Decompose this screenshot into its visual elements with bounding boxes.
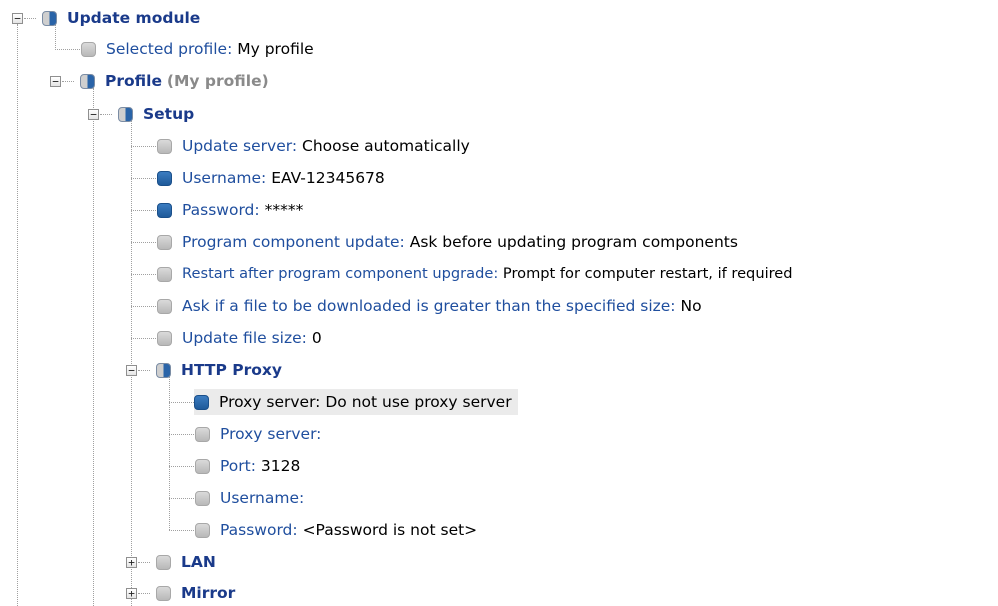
setting-label: Restart after program component upgrade:	[182, 265, 499, 282]
setting-label: Username:	[220, 489, 305, 507]
tree-node-setup[interactable]: Setup	[118, 101, 194, 127]
group-icon	[156, 362, 171, 378]
setting-icon	[195, 522, 210, 538]
tree-node-username[interactable]: Username: EAV-12345678	[157, 165, 385, 191]
tree-node-program-component-update[interactable]: Program component update: Ask before upd…	[157, 229, 738, 255]
setting-modified-icon	[157, 202, 172, 218]
setting-label: Update file size:	[182, 329, 307, 347]
setting-value: No	[680, 297, 702, 315]
setting-value: 3128	[260, 457, 301, 475]
setting-value: Ask before updating program components	[409, 233, 738, 251]
tree-node-update-module[interactable]: Update module	[42, 5, 200, 31]
tree-connector	[24, 18, 36, 19]
setting-label: Port:	[220, 457, 256, 475]
plus-toggle-icon[interactable]: +	[126, 557, 137, 568]
tree-node-ask-file-size[interactable]: Ask if a file to be downloaded is greate…	[157, 293, 702, 319]
node-label: Profile	[105, 72, 162, 90]
setting-value: *****	[264, 201, 304, 219]
setting-icon	[81, 41, 96, 57]
tree-node-update-file-size[interactable]: Update file size: 0	[157, 325, 322, 351]
setting-icon	[195, 458, 210, 474]
profile-name: (My profile)	[166, 72, 269, 90]
tree-connector	[169, 530, 194, 531]
tree-connector	[169, 498, 194, 499]
tree-connector	[62, 81, 74, 82]
node-label: Setup	[143, 105, 195, 123]
tree-node-update-server[interactable]: Update server: Choose automatically	[157, 133, 470, 159]
setting-label: Program component update:	[182, 233, 405, 251]
tree-node-lan[interactable]: LAN	[156, 549, 216, 575]
tree-connector	[138, 593, 150, 594]
tree-node-http-proxy[interactable]: HTTP Proxy	[156, 357, 282, 383]
tree-connector	[131, 274, 156, 275]
plus-toggle-icon[interactable]: +	[126, 588, 137, 599]
minus-toggle-icon[interactable]: −	[88, 109, 99, 120]
setting-label: Password:	[182, 201, 260, 219]
setting-icon	[195, 426, 210, 442]
group-icon	[156, 585, 171, 601]
setting-icon	[157, 330, 172, 346]
minus-toggle-icon[interactable]: −	[50, 76, 61, 87]
tree-connector	[131, 146, 156, 147]
setting-icon	[157, 266, 172, 282]
setting-icon	[157, 234, 172, 250]
setting-value: 0	[311, 329, 322, 347]
setting-label: Selected profile:	[106, 40, 233, 58]
node-label: Update module	[67, 9, 201, 27]
tree-guide-line	[131, 120, 132, 606]
tree-node-restart-after-upgrade[interactable]: Restart after program component upgrade:…	[157, 261, 793, 287]
tree-connector	[138, 370, 150, 371]
tree-connector	[131, 210, 156, 211]
tree-connector	[169, 466, 194, 467]
setting-icon	[157, 138, 172, 154]
tree-connector	[138, 562, 150, 563]
group-icon	[80, 73, 95, 89]
setting-value: EAV-12345678	[271, 169, 385, 187]
setting-label: Proxy server:	[220, 425, 322, 443]
setting-icon	[157, 298, 172, 314]
tree-connector	[131, 242, 156, 243]
tree-node-port[interactable]: Port: 3128	[195, 453, 300, 479]
setting-value: <Password is not set>	[302, 521, 478, 539]
tree-node-proxy-username[interactable]: Username:	[195, 485, 309, 511]
setting-modified-icon	[194, 394, 209, 410]
setting-label: Proxy server:	[219, 393, 321, 411]
tree-node-proxy-server[interactable]: Proxy server:	[195, 421, 326, 447]
tree-node-mirror[interactable]: Mirror	[156, 580, 235, 606]
node-label: LAN	[181, 553, 216, 571]
setting-label: Password:	[220, 521, 298, 539]
tree-guide-line	[169, 376, 170, 530]
setting-value: Do not use proxy server	[325, 393, 512, 411]
node-label: HTTP Proxy	[181, 361, 282, 379]
tree-connector	[131, 306, 156, 307]
tree-node-proxy-password[interactable]: Password: <Password is not set>	[195, 517, 477, 543]
group-icon	[156, 554, 171, 570]
tree-connector	[100, 114, 112, 115]
minus-toggle-icon[interactable]: −	[12, 13, 23, 24]
setting-value: Choose automatically	[302, 137, 470, 155]
setting-label: Ask if a file to be downloaded is greate…	[182, 297, 676, 315]
setting-value: My profile	[237, 40, 314, 58]
tree-guide-line	[93, 88, 94, 606]
tree-connector	[169, 434, 194, 435]
tree-node-selected-profile[interactable]: Selected profile: My profile	[81, 36, 314, 62]
setting-value: Prompt for computer restart, if required	[502, 265, 793, 282]
setting-label: Username:	[182, 169, 267, 187]
setting-label: Update server:	[182, 137, 298, 155]
module-icon	[42, 10, 57, 26]
setting-icon	[195, 490, 210, 506]
tree-connector	[131, 338, 156, 339]
node-label: Mirror	[181, 584, 236, 602]
minus-toggle-icon[interactable]: −	[126, 365, 137, 376]
tree-node-password[interactable]: Password: *****	[157, 197, 303, 223]
tree-guide-line	[17, 24, 18, 606]
tree-connector	[169, 402, 194, 403]
setting-modified-icon	[157, 170, 172, 186]
tree-node-proxy-server-mode[interactable]: Proxy server: Do not use proxy server	[194, 389, 518, 415]
tree-connector	[131, 178, 156, 179]
tree-node-profile[interactable]: Profile (My profile)	[80, 68, 269, 94]
tree-connector	[55, 49, 80, 50]
group-icon	[118, 106, 133, 122]
